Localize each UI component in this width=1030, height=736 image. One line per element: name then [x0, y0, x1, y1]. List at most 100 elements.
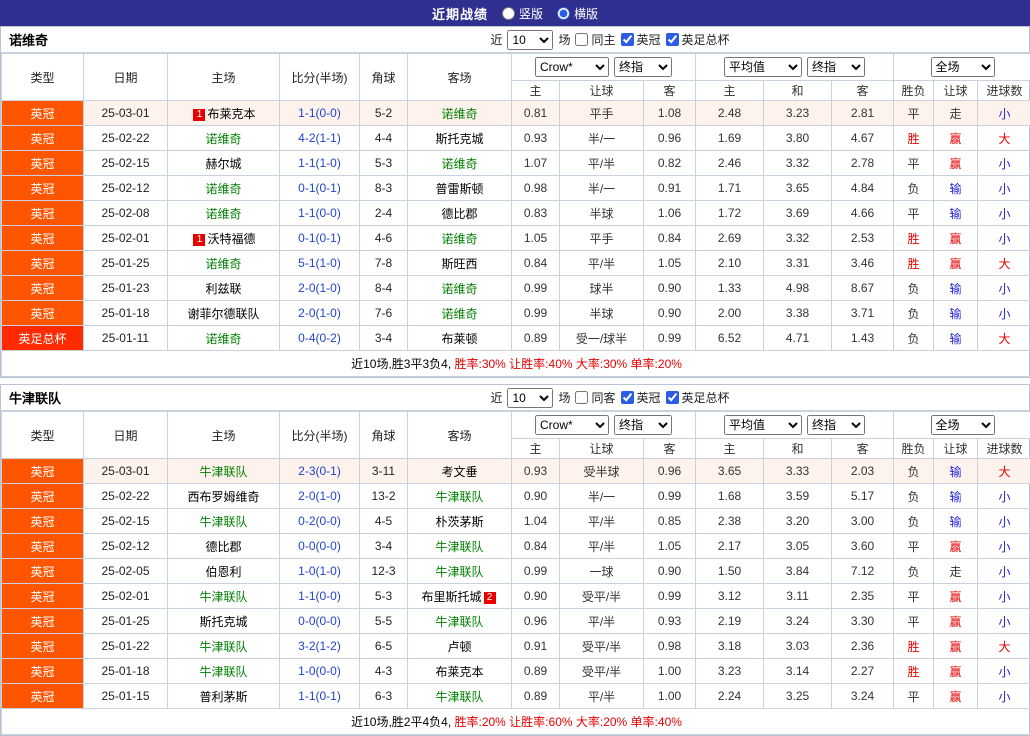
score-cell[interactable]: 1-1(0-0) [280, 584, 360, 609]
match-type-cell[interactable]: 英冠 [2, 559, 84, 584]
away-team-cell[interactable]: 牛津联队 [408, 684, 512, 709]
fa-cup-checkbox[interactable] [666, 391, 679, 404]
same-away-checkbox[interactable] [575, 391, 588, 404]
home-team-cell[interactable]: 诺维奇 [168, 126, 280, 151]
odds-company-select[interactable]: Crow* [535, 57, 609, 77]
score-cell[interactable]: 4-2(1-1) [280, 126, 360, 151]
away-team-cell[interactable]: 普雷斯顿 [408, 176, 512, 201]
score-cell[interactable]: 0-4(0-2) [280, 326, 360, 351]
asian-final-odds-select[interactable]: 终指 [614, 415, 672, 435]
fa-cup-filter[interactable]: 英足总杯 [666, 389, 730, 406]
away-team-cell[interactable]: 斯托克城 [408, 126, 512, 151]
away-team-cell[interactable]: 诺维奇 [408, 301, 512, 326]
score-cell[interactable]: 0-0(0-0) [280, 609, 360, 634]
match-type-cell[interactable]: 英冠 [2, 101, 84, 126]
away-team-cell[interactable]: 牛津联队 [408, 559, 512, 584]
away-team-cell[interactable]: 朴茨茅斯 [408, 509, 512, 534]
match-type-cell[interactable]: 英冠 [2, 484, 84, 509]
match-type-cell[interactable]: 英冠 [2, 509, 84, 534]
score-cell[interactable]: 0-2(0-0) [280, 509, 360, 534]
score-cell[interactable]: 0-0(0-0) [280, 534, 360, 559]
home-team-cell[interactable]: 1沃特福德 [168, 226, 280, 251]
score-cell[interactable]: 5-1(1-0) [280, 251, 360, 276]
fulltime-scope-select[interactable]: 全场 [931, 57, 995, 77]
score-cell[interactable]: 1-1(0-1) [280, 684, 360, 709]
euro-final-odds-select[interactable]: 终指 [807, 415, 865, 435]
championship-checkbox[interactable] [621, 33, 634, 46]
score-cell[interactable]: 2-3(0-1) [280, 459, 360, 484]
match-type-cell[interactable]: 英冠 [2, 251, 84, 276]
score-cell[interactable]: 2-0(1-0) [280, 276, 360, 301]
match-type-cell[interactable]: 英冠 [2, 151, 84, 176]
match-type-cell[interactable]: 英冠 [2, 176, 84, 201]
euro-final-odds-select[interactable]: 终指 [807, 57, 865, 77]
home-team-cell[interactable]: 利兹联 [168, 276, 280, 301]
home-team-cell[interactable]: 诺维奇 [168, 251, 280, 276]
home-team-cell[interactable]: 斯托克城 [168, 609, 280, 634]
away-team-cell[interactable]: 诺维奇 [408, 276, 512, 301]
same-home-filter[interactable]: 同主 [575, 31, 615, 48]
score-cell[interactable]: 1-0(1-0) [280, 559, 360, 584]
score-cell[interactable]: 2-0(1-0) [280, 484, 360, 509]
away-team-cell[interactable]: 诺维奇 [408, 151, 512, 176]
asian-final-odds-select[interactable]: 终指 [614, 57, 672, 77]
match-type-cell[interactable]: 英冠 [2, 276, 84, 301]
championship-filter[interactable]: 英冠 [621, 389, 661, 406]
match-type-cell[interactable]: 英足总杯 [2, 326, 84, 351]
score-cell[interactable]: 1-1(0-0) [280, 101, 360, 126]
layout-horizontal-option[interactable]: 横版 [557, 5, 598, 22]
score-cell[interactable]: 0-1(0-1) [280, 176, 360, 201]
home-team-cell[interactable]: 1布莱克本 [168, 101, 280, 126]
away-team-cell[interactable]: 考文垂 [408, 459, 512, 484]
vertical-layout-radio[interactable] [502, 7, 515, 20]
home-team-cell[interactable]: 谢菲尔德联队 [168, 301, 280, 326]
layout-vertical-option[interactable]: 竖版 [502, 5, 543, 22]
score-cell[interactable]: 3-2(1-2) [280, 634, 360, 659]
home-team-cell[interactable]: 普利茅斯 [168, 684, 280, 709]
fa-cup-checkbox[interactable] [666, 33, 679, 46]
home-team-cell[interactable]: 牛津联队 [168, 634, 280, 659]
away-team-cell[interactable]: 牛津联队 [408, 484, 512, 509]
home-team-cell[interactable]: 牛津联队 [168, 584, 280, 609]
fa-cup-filter[interactable]: 英足总杯 [666, 31, 730, 48]
match-type-cell[interactable]: 英冠 [2, 634, 84, 659]
home-team-cell[interactable]: 诺维奇 [168, 176, 280, 201]
match-count-select[interactable]: 10 [507, 388, 553, 408]
same-away-filter[interactable]: 同客 [575, 389, 615, 406]
home-team-cell[interactable]: 牛津联队 [168, 459, 280, 484]
championship-checkbox[interactable] [621, 391, 634, 404]
match-type-cell[interactable]: 英冠 [2, 659, 84, 684]
away-team-cell[interactable]: 布莱顿 [408, 326, 512, 351]
away-team-cell[interactable]: 德比郡 [408, 201, 512, 226]
odds-company-select[interactable]: Crow* [535, 415, 609, 435]
away-team-cell[interactable]: 斯旺西 [408, 251, 512, 276]
away-team-cell[interactable]: 诺维奇 [408, 101, 512, 126]
home-team-cell[interactable]: 赫尔城 [168, 151, 280, 176]
score-cell[interactable]: 1-1(0-0) [280, 201, 360, 226]
score-cell[interactable]: 2-0(1-0) [280, 301, 360, 326]
match-type-cell[interactable]: 英冠 [2, 584, 84, 609]
score-cell[interactable]: 1-0(0-0) [280, 659, 360, 684]
home-team-cell[interactable]: 诺维奇 [168, 326, 280, 351]
match-count-select[interactable]: 10 [507, 30, 553, 50]
home-team-cell[interactable]: 西布罗姆维奇 [168, 484, 280, 509]
euro-average-select[interactable]: 平均值 [724, 415, 802, 435]
home-team-cell[interactable]: 牛津联队 [168, 509, 280, 534]
score-cell[interactable]: 1-1(1-0) [280, 151, 360, 176]
match-type-cell[interactable]: 英冠 [2, 609, 84, 634]
same-home-checkbox[interactable] [575, 33, 588, 46]
match-type-cell[interactable]: 英冠 [2, 684, 84, 709]
home-team-cell[interactable]: 诺维奇 [168, 201, 280, 226]
match-type-cell[interactable]: 英冠 [2, 226, 84, 251]
fulltime-scope-select[interactable]: 全场 [931, 415, 995, 435]
away-team-cell[interactable]: 卢顿 [408, 634, 512, 659]
euro-average-select[interactable]: 平均值 [724, 57, 802, 77]
horizontal-layout-radio[interactable] [557, 7, 570, 20]
home-team-cell[interactable]: 牛津联队 [168, 659, 280, 684]
championship-filter[interactable]: 英冠 [621, 31, 661, 48]
away-team-cell[interactable]: 牛津联队 [408, 609, 512, 634]
away-team-cell[interactable]: 布莱克本 [408, 659, 512, 684]
away-team-cell[interactable]: 牛津联队 [408, 534, 512, 559]
home-team-cell[interactable]: 伯恩利 [168, 559, 280, 584]
match-type-cell[interactable]: 英冠 [2, 201, 84, 226]
